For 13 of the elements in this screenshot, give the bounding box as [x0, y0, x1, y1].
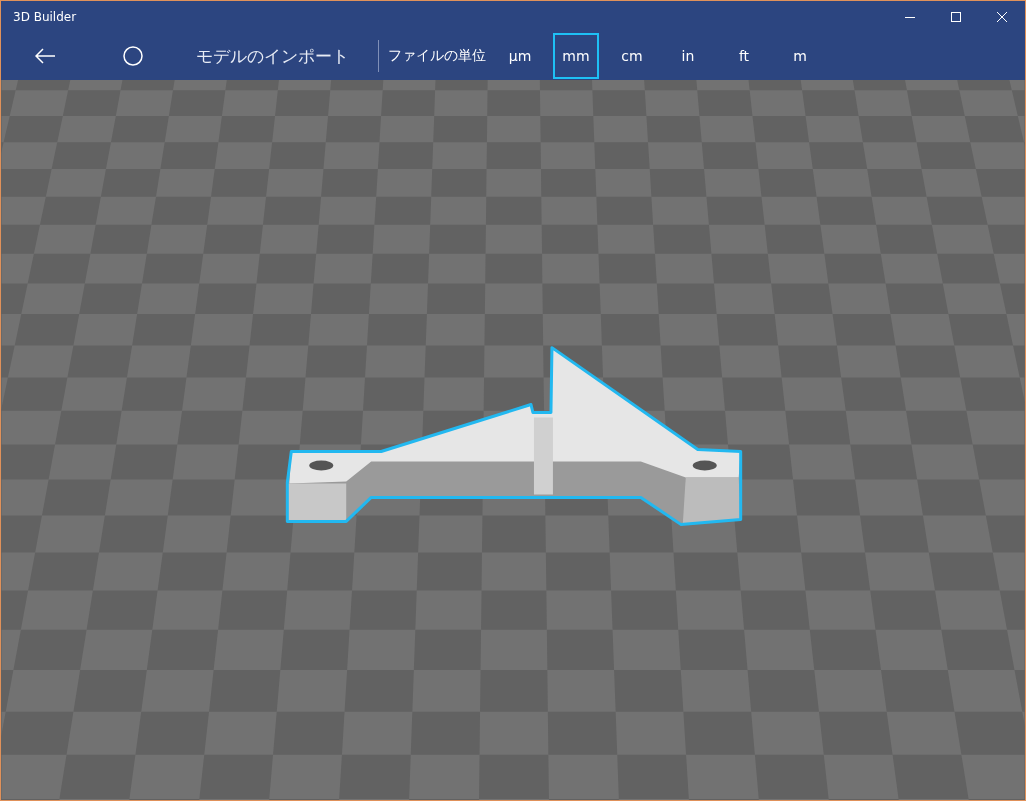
unit-button[interactable]: mm — [553, 33, 599, 79]
unit-button[interactable]: m — [777, 33, 823, 79]
back-arrow-icon — [35, 48, 55, 64]
unit-button[interactable]: in — [665, 33, 711, 79]
unit-button[interactable]: ft — [721, 33, 767, 79]
unit-button[interactable]: cm — [609, 33, 655, 79]
import-heading: モデルのインポート — [196, 44, 349, 68]
close-icon — [997, 11, 1007, 22]
maximize-icon — [951, 11, 961, 22]
window-title: 3D Builder — [12, 9, 78, 24]
circle-icon — [123, 46, 143, 66]
units-label: ファイルの単位 — [388, 47, 486, 65]
unit-button[interactable]: µm — [497, 33, 543, 79]
